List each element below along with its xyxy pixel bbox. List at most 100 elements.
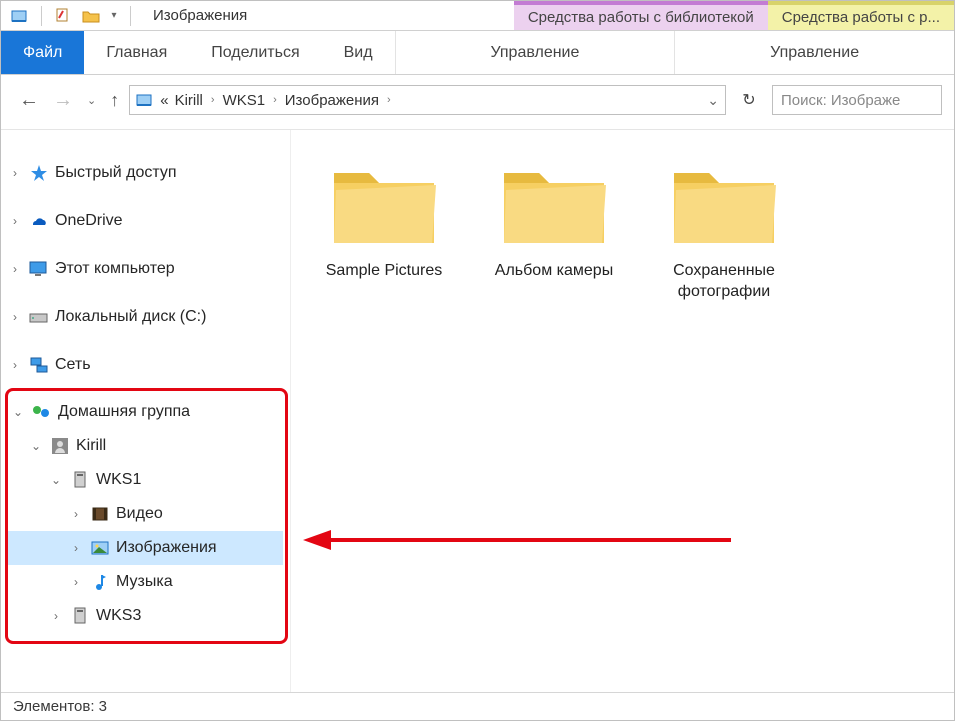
chevron-right-icon[interactable]: › xyxy=(385,94,393,106)
tree-label: Быстрый доступ xyxy=(55,164,177,182)
tree-this-pc[interactable]: › Этот компьютер xyxy=(5,252,288,286)
nav-forward-icon: → xyxy=(53,89,73,112)
tree-label: WKS1 xyxy=(96,471,141,489)
computer-icon xyxy=(70,606,90,626)
chevron-right-icon[interactable]: › xyxy=(68,507,84,521)
tree-videos[interactable]: › Видео xyxy=(8,497,283,531)
tab-home[interactable]: Главная xyxy=(84,31,189,74)
video-icon xyxy=(90,504,110,524)
breadcrumb[interactable]: Изображения xyxy=(285,92,379,109)
chevron-right-icon[interactable]: › xyxy=(271,94,279,106)
drive-icon xyxy=(29,307,49,327)
tree-label: Изображения xyxy=(116,539,217,557)
tab-file[interactable]: Файл xyxy=(1,31,84,74)
tab-view[interactable]: Вид xyxy=(322,31,395,74)
tree-label: Kirill xyxy=(76,437,106,455)
tab-manage-pictures[interactable]: Управление xyxy=(674,31,954,74)
user-icon xyxy=(50,436,70,456)
chevron-down-icon[interactable]: ⌄ xyxy=(10,405,26,419)
tree-quick-access[interactable]: › Быстрый доступ xyxy=(5,156,288,190)
tree-onedrive[interactable]: › OneDrive xyxy=(5,204,288,238)
refresh-icon[interactable]: ↻ xyxy=(736,87,762,113)
folder-item[interactable]: Sample Pictures xyxy=(299,148,469,282)
status-bar: Элементов: 3 xyxy=(1,692,954,720)
folder-label: Сохраненные фотографии xyxy=(639,261,809,303)
tab-manage-library[interactable]: Управление xyxy=(395,31,675,74)
tab-share[interactable]: Поделиться xyxy=(189,31,321,74)
tree-label: OneDrive xyxy=(55,212,123,230)
navigation-row: ← → ⌄ ↑ « Kirill › WKS1 › Изображения › … xyxy=(1,75,954,130)
search-placeholder: Поиск: Изображе xyxy=(781,92,900,109)
folder-icon xyxy=(494,148,614,253)
folder-item[interactable]: Альбом камеры xyxy=(469,148,639,282)
tree-label: Видео xyxy=(116,505,163,523)
tree-user-kirill[interactable]: ⌄ Kirill xyxy=(8,429,283,463)
highlight-annotation: ⌄ Домашняя группа ⌄ Kirill ⌄ WKS1 › xyxy=(5,388,288,644)
context-tab-picture-tools[interactable]: Средства работы с р... xyxy=(768,1,954,30)
chevron-right-icon[interactable]: › xyxy=(7,358,23,372)
picture-icon xyxy=(90,538,110,558)
app-icon xyxy=(9,5,31,27)
context-tab-library[interactable]: Средства работы с библиотекой xyxy=(514,1,768,30)
computer-icon xyxy=(70,470,90,490)
tree-label: Этот компьютер xyxy=(55,260,175,278)
chevron-right-icon[interactable]: › xyxy=(7,310,23,324)
tree-local-disk[interactable]: › Локальный диск (C:) xyxy=(5,300,288,334)
nav-arrows: ← → ⌄ ↑ xyxy=(19,89,119,112)
status-elements-count: 3 xyxy=(99,698,107,715)
folder-item[interactable]: Сохраненные фотографии xyxy=(639,148,809,303)
chevron-right-icon[interactable]: › xyxy=(7,166,23,180)
breadcrumb[interactable]: Kirill xyxy=(175,92,203,109)
folder-label: Альбом камеры xyxy=(495,261,613,282)
body-pane: › Быстрый доступ › OneDrive › Этот компь… xyxy=(1,130,954,692)
tree-label: Домашняя группа xyxy=(58,403,190,421)
folder-label: Sample Pictures xyxy=(326,261,443,282)
tree-label: Музыка xyxy=(116,573,173,591)
nav-back-icon[interactable]: ← xyxy=(19,89,39,112)
tree-network[interactable]: › Сеть xyxy=(5,348,288,382)
chevron-right-icon[interactable]: › xyxy=(68,575,84,589)
chevron-right-icon[interactable]: › xyxy=(7,262,23,276)
breadcrumb[interactable]: WKS1 xyxy=(223,92,266,109)
tree-homegroup[interactable]: ⌄ Домашняя группа xyxy=(8,395,283,429)
address-dropdown-icon[interactable]: ⌄ xyxy=(707,92,719,109)
tree-pictures[interactable]: › Изображения xyxy=(8,531,283,565)
chevron-right-icon[interactable]: › xyxy=(209,94,217,106)
address-bar[interactable]: « Kirill › WKS1 › Изображения › ⌄ xyxy=(129,85,726,115)
properties-icon[interactable] xyxy=(52,5,74,27)
chevron-down-icon[interactable]: ⌄ xyxy=(48,473,64,487)
search-input[interactable]: Поиск: Изображе xyxy=(772,85,942,115)
homegroup-icon xyxy=(32,402,52,422)
content-pane[interactable]: Sample Pictures Альбом камеры Сохраненны… xyxy=(291,130,954,692)
music-icon xyxy=(90,572,110,592)
ribbon-tabs: Файл Главная Поделиться Вид Управление У… xyxy=(1,31,954,75)
crumb-prefix: « xyxy=(160,92,168,109)
tree-label: Локальный диск (C:) xyxy=(55,308,206,326)
folder-icon xyxy=(324,148,444,253)
location-icon xyxy=(136,92,154,108)
chevron-right-icon[interactable]: › xyxy=(7,214,23,228)
chevron-right-icon[interactable]: › xyxy=(48,609,64,623)
chevron-right-icon[interactable]: › xyxy=(68,541,84,555)
tree-label: Сеть xyxy=(55,356,91,374)
arrow-annotation xyxy=(301,525,741,555)
nav-recent-dropdown[interactable]: ⌄ xyxy=(87,94,96,107)
tree-wks3[interactable]: › WKS3 xyxy=(8,599,283,633)
qat-customize-dropdown[interactable]: ▾ xyxy=(108,5,120,27)
tree-label: WKS3 xyxy=(96,607,141,625)
separator xyxy=(130,6,131,26)
folder-icon[interactable] xyxy=(80,5,102,27)
window-title: Изображения xyxy=(143,1,257,30)
quick-access-toolbar: ▾ xyxy=(1,1,143,30)
tree-music[interactable]: › Музыка xyxy=(8,565,283,599)
tree-wks1[interactable]: ⌄ WKS1 xyxy=(8,463,283,497)
chevron-down-icon[interactable]: ⌄ xyxy=(28,439,44,453)
star-icon xyxy=(29,163,49,183)
folder-icon xyxy=(664,148,784,253)
nav-up-icon[interactable]: ↑ xyxy=(110,90,119,111)
explorer-window: ▾ Изображения Средства работы с библиоте… xyxy=(0,0,955,721)
cloud-icon xyxy=(29,211,49,231)
navigation-tree[interactable]: › Быстрый доступ › OneDrive › Этот компь… xyxy=(1,130,291,692)
separator xyxy=(41,6,42,26)
monitor-icon xyxy=(29,259,49,279)
